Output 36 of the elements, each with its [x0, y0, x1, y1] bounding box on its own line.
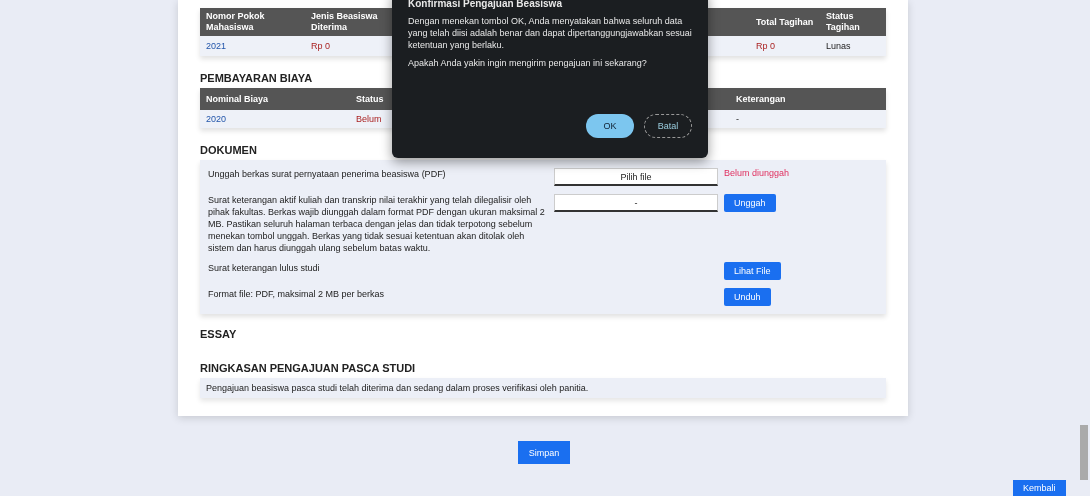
summary-text: Pengajuan beasiswa pasca studi telah diterima dan sedang dalam proses verifikasi oleh panitia.	[200, 378, 886, 398]
document-label: Surat keterangan lulus studi	[208, 262, 321, 274]
upload-button[interactable]: Unggah	[724, 194, 776, 212]
document-label: Format file: PDF, maksimal 2 MB per berkas	[208, 288, 386, 300]
dialog-title: Konfirmasi Pengajuan Beasiswa	[408, 0, 563, 9]
column-header: Status Tagihan	[825, 11, 861, 33]
save-button[interactable]: Simpan	[518, 441, 570, 464]
table-cell-text: Belum	[355, 113, 383, 125]
section-heading: DOKUMEN	[200, 144, 258, 156]
table-cell-text: -	[735, 113, 740, 125]
section-heading: ESSAY	[200, 328, 238, 340]
upload-status: Belum diunggah	[724, 168, 790, 178]
dialog-message: Dengan menekan tombol OK, Anda menyatakan bahwa seluruh data yang telah diisi adalah benar dan dapat dipertanggungjawabkan sesuai ketentuan yang berlaku.	[408, 15, 692, 51]
file-field[interactable]: -	[554, 194, 718, 212]
ok-button[interactable]: OK	[586, 114, 634, 138]
table-cell-text: Lunas	[825, 40, 852, 52]
action-button[interactable]: Unduh	[724, 288, 771, 306]
column-header: Total Tagihan	[755, 16, 815, 28]
section-heading: PEMBAYARAN BIAYA	[200, 72, 314, 84]
dialog-question: Apakah Anda yakin ingin mengirim pengajuan ini sekarang?	[408, 57, 648, 69]
column-header: Nomor Pokok Mahasiswa	[205, 11, 266, 33]
table-cell-text: 2021	[205, 40, 228, 52]
column-header: Status	[355, 93, 385, 105]
table-cell-text: Rp 0	[755, 40, 776, 52]
back-button[interactable]: Kembali	[1013, 480, 1066, 496]
action-button[interactable]: Lihat File	[724, 262, 781, 280]
scrollbar-thumb[interactable]	[1080, 425, 1088, 480]
section-heading: RINGKASAN PENGAJUAN PASCA STUDI	[200, 362, 417, 374]
column-header: Nominal Biaya	[205, 93, 270, 105]
file-field[interactable]: Pilih file	[554, 168, 718, 186]
document-label: Unggah berkas surat pernyataan penerima beasiswa (PDF)	[208, 168, 447, 180]
column-header: Keterangan	[735, 93, 787, 105]
document-label: Surat keterangan aktif kuliah dan transkrip nilai terakhir yang telah dilegalisir oleh pihak fakultas. Berkas wajib diunggah dalam format PDF dengan ukuran maksimal 2 MB. Pastikan seluruh halaman terbaca dengan jelas dan tidak terpotong sebelum menekan tombol unggah. Berkas yang tidak sesuai ketentuan akan ditolak oleh sistem dan harus diunggah ulang sebelum batas waktu.	[208, 194, 546, 254]
column-header: Jenis Beasiswa Diterima	[310, 11, 379, 33]
table-cell-text: Rp 0	[310, 40, 331, 52]
table-cell-text: 2020	[205, 113, 228, 125]
